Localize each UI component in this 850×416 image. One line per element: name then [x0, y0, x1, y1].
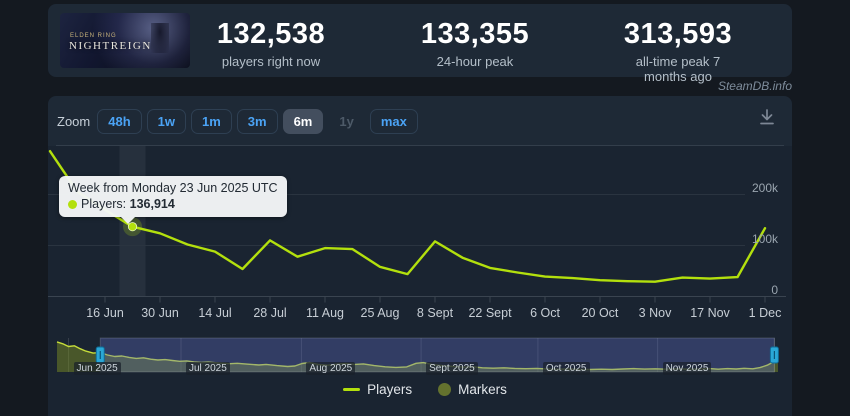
zoom-label: Zoom — [57, 113, 91, 129]
tooltip-series-label: Players: — [81, 197, 127, 211]
zoom-button-3m[interactable]: 3m — [236, 108, 278, 134]
legend-label: Players — [367, 382, 413, 397]
player-stats-panel: ELDEN RING NIGHTREIGN 132,538 players ri… — [48, 4, 792, 84]
players-line-swatch — [343, 388, 361, 391]
zoom-button-max[interactable]: max — [369, 108, 418, 134]
zoom-button-1w[interactable]: 1w — [146, 108, 186, 134]
stat-24h-peak: 133,355 24-hour peak — [421, 18, 529, 69]
chart-legend: Players Markers — [0, 382, 850, 397]
steamdb-watermark: SteamDB.info — [717, 79, 792, 93]
legend-label: Markers — [458, 382, 507, 397]
tooltip-value: 136,914 — [129, 197, 175, 211]
zoom-button-1y: 1y — [339, 113, 354, 129]
game-title-small: ELDEN RING — [70, 33, 117, 39]
tooltip-series-row: Players: 136,914 — [68, 197, 278, 211]
chart-tooltip: Week from Monday 23 Jun 2025 UTC Players… — [59, 176, 287, 224]
markers-circle-swatch — [438, 383, 452, 396]
stat-value: 132,538 — [216, 18, 326, 50]
stat-alltime-peak: 313,593 all-time peak 7 months ago — [621, 18, 735, 84]
stat-current-players: 132,538 players right now — [217, 18, 325, 69]
zoom-button-1m[interactable]: 1m — [190, 108, 232, 134]
tooltip-title: Week from Monday 23 Jun 2025 UTC — [68, 181, 278, 195]
download-icon[interactable] — [756, 106, 778, 130]
stat-label: 24-hour peak — [436, 54, 514, 69]
zoom-range-toolbar: Zoom 48h 1w 1m 3m 6m 1y max — [57, 107, 423, 135]
knight-figure-art — [151, 22, 169, 53]
zoom-button-48h[interactable]: 48h — [97, 108, 142, 134]
game-title-large: NIGHTREIGN — [69, 40, 152, 52]
legend-item-markers[interactable]: Markers — [438, 382, 507, 397]
zoom-button-6m[interactable]: 6m — [282, 108, 324, 134]
game-banner[interactable]: ELDEN RING NIGHTREIGN — [60, 13, 190, 68]
chart-panel: Zoom 48h 1w 1m 3m 6m 1y max — [48, 96, 792, 416]
stat-value: 133,355 — [420, 18, 530, 50]
legend-item-players[interactable]: Players — [343, 382, 412, 397]
stat-value: 313,593 — [623, 18, 733, 50]
stat-label: players right now — [221, 54, 321, 69]
series-color-dot — [68, 200, 77, 209]
toolbar-divider — [56, 145, 784, 146]
